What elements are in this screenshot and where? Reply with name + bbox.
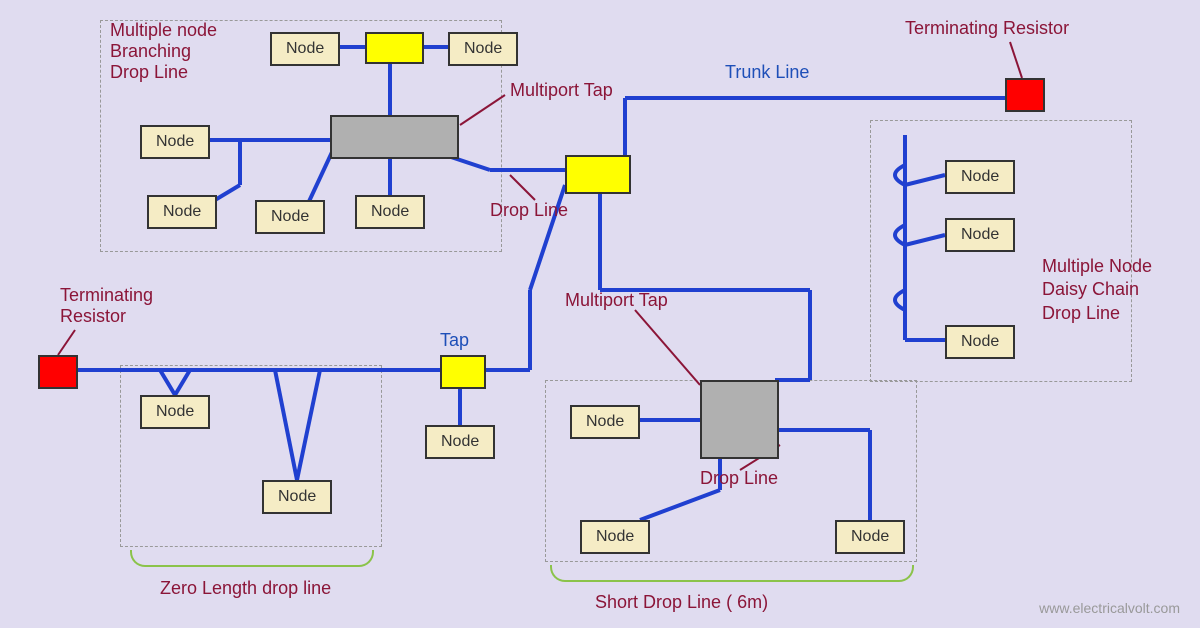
multiport-tap-1 bbox=[330, 115, 459, 159]
terminator-left bbox=[38, 355, 78, 389]
label-multi-branch: Multiple node Branching Drop Line bbox=[110, 20, 217, 83]
multiport-tap-2 bbox=[700, 380, 779, 459]
node-branch-6: Node bbox=[355, 195, 425, 229]
terminator-right bbox=[1005, 78, 1045, 112]
label-multiport-1: Multiport Tap bbox=[510, 80, 613, 101]
label-term-left: Terminating Resistor bbox=[60, 285, 153, 327]
node-branch-2: Node bbox=[448, 32, 518, 66]
label-term-right: Terminating Resistor bbox=[905, 18, 1069, 39]
node-daisy-2: Node bbox=[945, 218, 1015, 252]
brace-short bbox=[550, 565, 914, 582]
tap-branch-top bbox=[365, 32, 424, 64]
node-tap-lower: Node bbox=[425, 425, 495, 459]
node-branch-5: Node bbox=[255, 200, 325, 234]
node-short-3: Node bbox=[835, 520, 905, 554]
node-short-1: Node bbox=[570, 405, 640, 439]
node-branch-4: Node bbox=[147, 195, 217, 229]
label-trunk: Trunk Line bbox=[725, 62, 809, 83]
node-daisy-3: Node bbox=[945, 325, 1015, 359]
label-drop-2: Drop Line bbox=[700, 468, 778, 489]
node-zero-2: Node bbox=[262, 480, 332, 514]
node-branch-1: Node bbox=[270, 32, 340, 66]
node-branch-3: Node bbox=[140, 125, 210, 159]
tap-center bbox=[565, 155, 631, 194]
label-multiport-2: Multiport Tap bbox=[565, 290, 668, 311]
brace-zero bbox=[130, 550, 374, 567]
label-tap: Tap bbox=[440, 330, 469, 351]
watermark: www.electricalvolt.com bbox=[1039, 600, 1180, 616]
label-short: Short Drop Line ( 6m) bbox=[595, 592, 768, 613]
node-short-2: Node bbox=[580, 520, 650, 554]
label-drop-1: Drop Line bbox=[490, 200, 568, 221]
label-daisy: Multiple Node Daisy Chain Drop Line bbox=[1042, 255, 1152, 325]
group-zero bbox=[120, 365, 382, 547]
node-daisy-1: Node bbox=[945, 160, 1015, 194]
tap-lower bbox=[440, 355, 486, 389]
label-zero: Zero Length drop line bbox=[160, 578, 331, 599]
node-zero-1: Node bbox=[140, 395, 210, 429]
